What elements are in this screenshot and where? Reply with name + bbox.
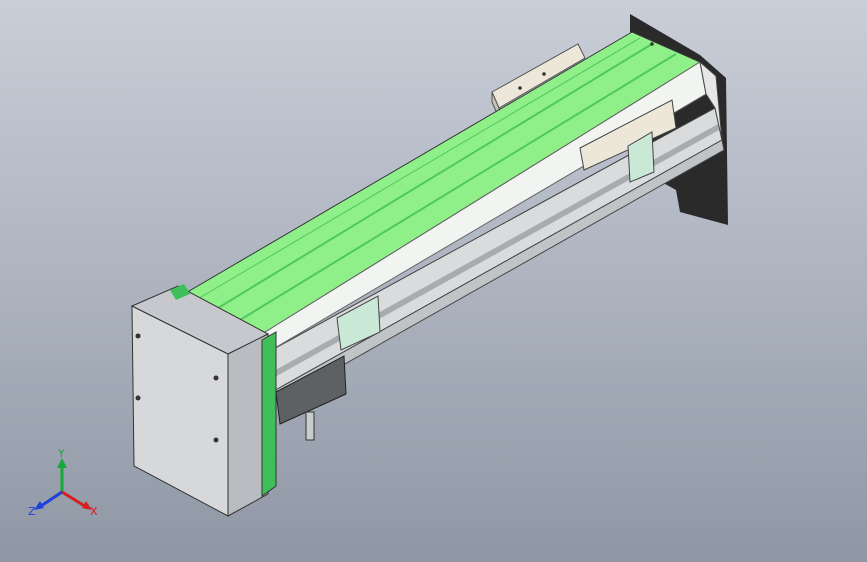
bolt-hole [650,42,654,46]
coordinate-triad-icon: Y X Z [22,448,112,528]
conveyor-model[interactable] [0,0,867,562]
bolt-hole [135,333,141,339]
cad-viewport[interactable]: Y X Z [0,0,867,562]
triad-y-label: Y [58,447,65,460]
green-end-plate [261,331,277,497]
bolt-hole [542,72,546,76]
bolt-hole [135,395,141,401]
triad-x-label: X [90,505,98,518]
bolt-hole [213,437,219,443]
bolt-hole [518,86,522,90]
triad-z-label: Z [28,505,36,518]
inner-rail [261,61,707,353]
motor-shaft [305,411,315,441]
bolt-hole [213,375,219,381]
